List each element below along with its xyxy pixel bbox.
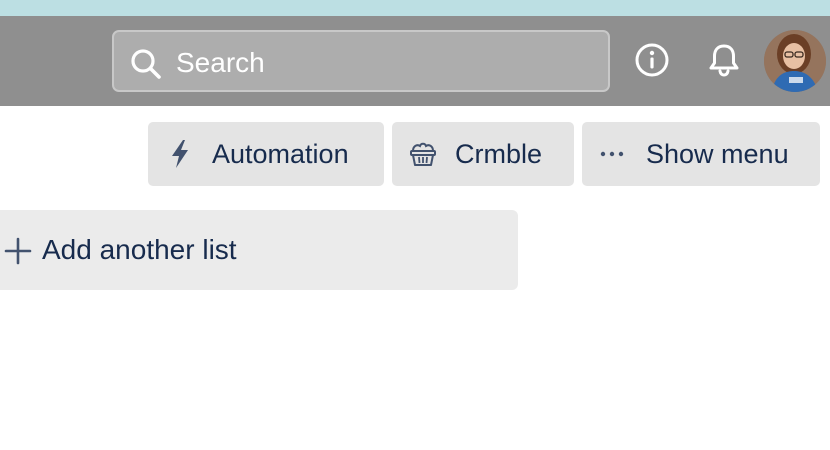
crmble-button[interactable]: Crmble	[392, 122, 574, 186]
basket-icon	[410, 142, 436, 166]
avatar-photo	[764, 30, 826, 92]
automation-button[interactable]: Automation	[148, 122, 384, 186]
plus-icon	[4, 237, 32, 265]
crmble-label: Crmble	[455, 139, 543, 169]
ellipsis-icon	[600, 151, 624, 157]
bell-icon	[709, 44, 739, 77]
search-placeholder: Search	[176, 47, 265, 78]
search-icon	[131, 49, 161, 79]
add-another-list-label: Add another list	[42, 234, 237, 265]
user-avatar[interactable]	[764, 30, 826, 92]
search-input[interactable]: Search	[112, 30, 610, 92]
top-accent-strip	[0, 0, 830, 16]
show-menu-button[interactable]: Show menu	[582, 122, 820, 186]
lightning-icon	[172, 140, 188, 168]
info-button[interactable]	[632, 40, 672, 80]
info-icon	[635, 43, 669, 77]
automation-label: Automation	[212, 139, 349, 169]
add-another-list-button[interactable]: Add another list	[0, 210, 518, 290]
notifications-button[interactable]	[704, 40, 744, 80]
show-menu-label: Show menu	[646, 139, 789, 169]
